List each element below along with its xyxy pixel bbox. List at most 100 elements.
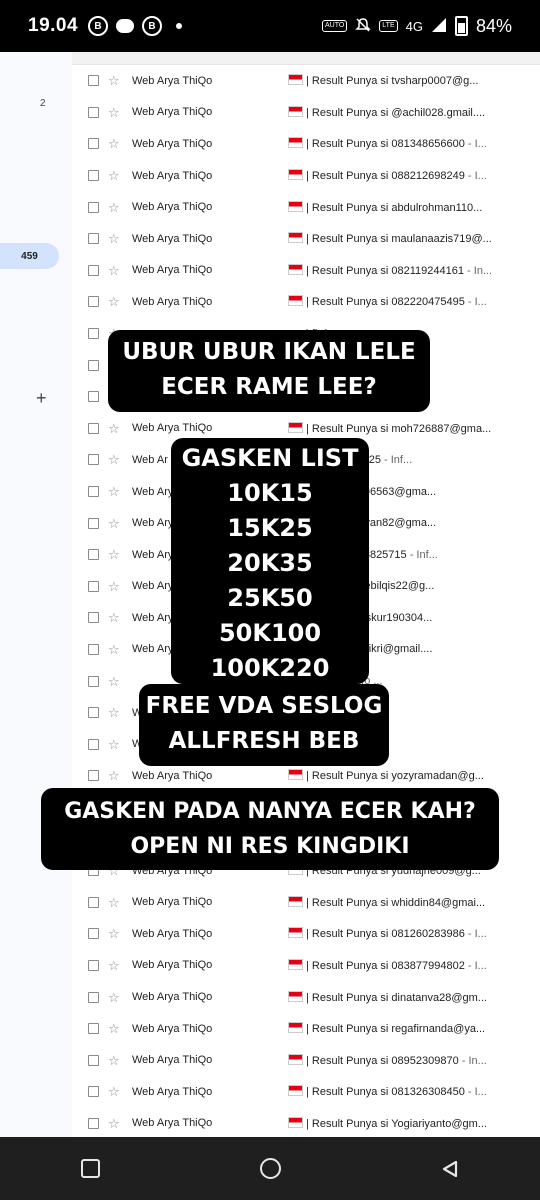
select-checkbox[interactable] — [88, 486, 99, 498]
select-checkbox[interactable] — [88, 391, 99, 403]
select-checkbox[interactable] — [88, 1054, 99, 1066]
select-checkbox[interactable] — [88, 928, 99, 940]
select-checkbox[interactable] — [88, 517, 99, 529]
recents-button[interactable] — [70, 1149, 110, 1189]
select-checkbox[interactable] — [88, 296, 99, 308]
select-checkbox[interactable] — [88, 896, 99, 908]
star-icon[interactable]: ☆ — [108, 896, 120, 909]
select-checkbox[interactable] — [88, 580, 99, 592]
email-row[interactable]: ☆ Web Arya ThiQo | Result Punya si 0813263… — [72, 1076, 540, 1108]
email-row[interactable]: ☆ Web Arya ThiQo | Result Punya si whiddin… — [72, 886, 540, 918]
email-subject: | Result Punya si 081326308450 — [306, 1086, 465, 1099]
email-subject-line: | Result Punya si 082119244161 - In... — [288, 263, 528, 277]
email-row[interactable]: ☆ Web Arya ThiQo | Result Punya si 0882126… — [72, 160, 540, 192]
sidebar-item-inbox[interactable]: 459 — [0, 243, 59, 269]
star-icon[interactable]: ☆ — [108, 74, 120, 87]
email-sender: Web Arya ThiQo — [132, 927, 213, 940]
star-icon[interactable]: ☆ — [108, 675, 120, 688]
email-sender: Web Arya ThiQo — [132, 422, 213, 435]
email-subject: | Result Punya si 082119244161 — [306, 264, 464, 277]
select-checkbox[interactable] — [88, 359, 99, 371]
select-checkbox[interactable] — [88, 770, 99, 782]
select-checkbox[interactable] — [88, 643, 99, 655]
email-subject-line: | Result Punya si 08952309870 - In... — [288, 1053, 528, 1067]
email-subject-line: | Result Punya si moh726887@gma... — [288, 421, 528, 435]
email-subject: | Result Punya si 08952309870 — [306, 1054, 459, 1067]
star-icon[interactable]: ☆ — [108, 738, 120, 751]
email-subject-line: | Result Punya si 088212698249 - I... — [288, 169, 528, 182]
email-row[interactable]: ☆ Web Arya ThiQo | Result Punya si regafir… — [72, 1013, 540, 1045]
home-button[interactable] — [250, 1149, 290, 1189]
select-checkbox[interactable] — [88, 707, 99, 719]
select-checkbox[interactable] — [88, 612, 99, 624]
star-icon[interactable]: ☆ — [108, 643, 120, 656]
email-sender: Web Arya ThiQo — [132, 74, 213, 87]
select-checkbox[interactable] — [88, 1023, 99, 1035]
email-row[interactable]: ☆ Web Arya ThiQo | Result Punya si 0821192… — [72, 255, 540, 287]
email-row[interactable]: ☆ Web Arya ThiQo | Result Punya si 0812602… — [72, 918, 540, 950]
star-icon[interactable]: ☆ — [108, 548, 120, 561]
caption-block-1: UBUR UBUR IKAN LELE ECER RAME LEE? — [108, 330, 430, 412]
email-subject: | Result Punya si Yogiariyanto@gm... — [306, 1117, 487, 1130]
select-checkbox[interactable] — [88, 738, 99, 750]
email-row[interactable]: ☆ Web Arya ThiQo | Result Punya si tvsharp… — [72, 65, 540, 97]
caption-line: ALLFRESH BEB — [168, 728, 360, 754]
star-icon[interactable]: ☆ — [108, 453, 120, 466]
star-icon[interactable]: ☆ — [108, 106, 120, 119]
star-icon[interactable]: ☆ — [108, 706, 120, 719]
email-subject-line: | Result Punya si @achil028.gmail.... — [288, 105, 528, 119]
star-icon[interactable]: ☆ — [108, 517, 120, 530]
star-icon[interactable]: ☆ — [108, 201, 120, 214]
select-checkbox[interactable] — [88, 138, 99, 150]
email-row[interactable]: ☆ Web Arya ThiQo | Result Punya si 0838779… — [72, 950, 540, 982]
select-checkbox[interactable] — [88, 549, 99, 561]
star-icon[interactable]: ☆ — [108, 580, 120, 593]
star-icon[interactable]: ☆ — [108, 1054, 120, 1067]
select-checkbox[interactable] — [88, 1117, 99, 1129]
caption-block-price-list: GASKEN LIST 10K15 15K25 20K35 25K50 50K1… — [171, 438, 369, 684]
email-row[interactable]: ☆ Web Arya ThiQo | Result Punya si 0813486… — [72, 128, 540, 160]
email-row[interactable]: ☆ Web Arya ThiQo | Result Punya si abdulro… — [72, 191, 540, 223]
mute-icon — [355, 17, 372, 36]
select-checkbox[interactable] — [88, 1086, 99, 1098]
star-icon[interactable]: ☆ — [108, 991, 120, 1004]
star-icon[interactable]: ☆ — [108, 959, 120, 972]
select-checkbox[interactable] — [88, 991, 99, 1003]
select-checkbox[interactable] — [88, 75, 99, 87]
back-button[interactable] — [430, 1149, 470, 1189]
star-icon[interactable]: ☆ — [108, 169, 120, 182]
email-row[interactable]: ☆ Web Arya ThiQo | Result Punya si Yogiari… — [72, 1108, 540, 1137]
email-row[interactable]: ☆ Web Arya ThiQo | Result Punya si @achil0… — [72, 97, 540, 129]
star-icon[interactable]: ☆ — [108, 137, 120, 150]
star-icon[interactable]: ☆ — [108, 295, 120, 308]
star-icon[interactable]: ☆ — [108, 769, 120, 782]
star-icon[interactable]: ☆ — [108, 611, 120, 624]
select-checkbox[interactable] — [88, 454, 99, 466]
select-checkbox[interactable] — [88, 422, 99, 434]
select-checkbox[interactable] — [88, 264, 99, 276]
email-row[interactable]: ☆ Web Arya ThiQo | Result Punya si maulana… — [72, 223, 540, 255]
email-row[interactable]: ☆ Web Arya ThiQo | Result Punya si 0895230… — [72, 1044, 540, 1076]
select-checkbox[interactable] — [88, 201, 99, 213]
plus-icon[interactable]: + — [36, 388, 47, 409]
star-icon[interactable]: ☆ — [108, 927, 120, 940]
email-subject-line: | Result Punya si yozyramadan@g... — [288, 769, 528, 782]
select-checkbox[interactable] — [88, 170, 99, 182]
star-icon[interactable]: ☆ — [108, 422, 120, 435]
email-row[interactable]: ☆ Web Arya ThiQo | Result Punya si 0822204… — [72, 286, 540, 318]
select-checkbox[interactable] — [88, 328, 99, 340]
select-checkbox[interactable] — [88, 233, 99, 245]
select-checkbox[interactable] — [88, 675, 99, 687]
star-icon[interactable]: ☆ — [108, 264, 120, 277]
select-checkbox[interactable] — [88, 959, 99, 971]
star-icon[interactable]: ☆ — [108, 485, 120, 498]
email-row[interactable]: ☆ Web Arya ThiQo | Result Punya si dinatan… — [72, 981, 540, 1013]
select-checkbox[interactable] — [88, 106, 99, 118]
star-icon[interactable]: ☆ — [108, 1022, 120, 1035]
star-icon[interactable]: ☆ — [108, 232, 120, 245]
star-icon[interactable]: ☆ — [108, 1085, 120, 1098]
email-snippet: - I... — [464, 138, 487, 151]
caption-line: UBUR UBUR IKAN LELE — [122, 339, 416, 365]
star-icon[interactable]: ☆ — [108, 1117, 120, 1130]
email-sender: Web Arya ThiQo — [132, 896, 213, 909]
